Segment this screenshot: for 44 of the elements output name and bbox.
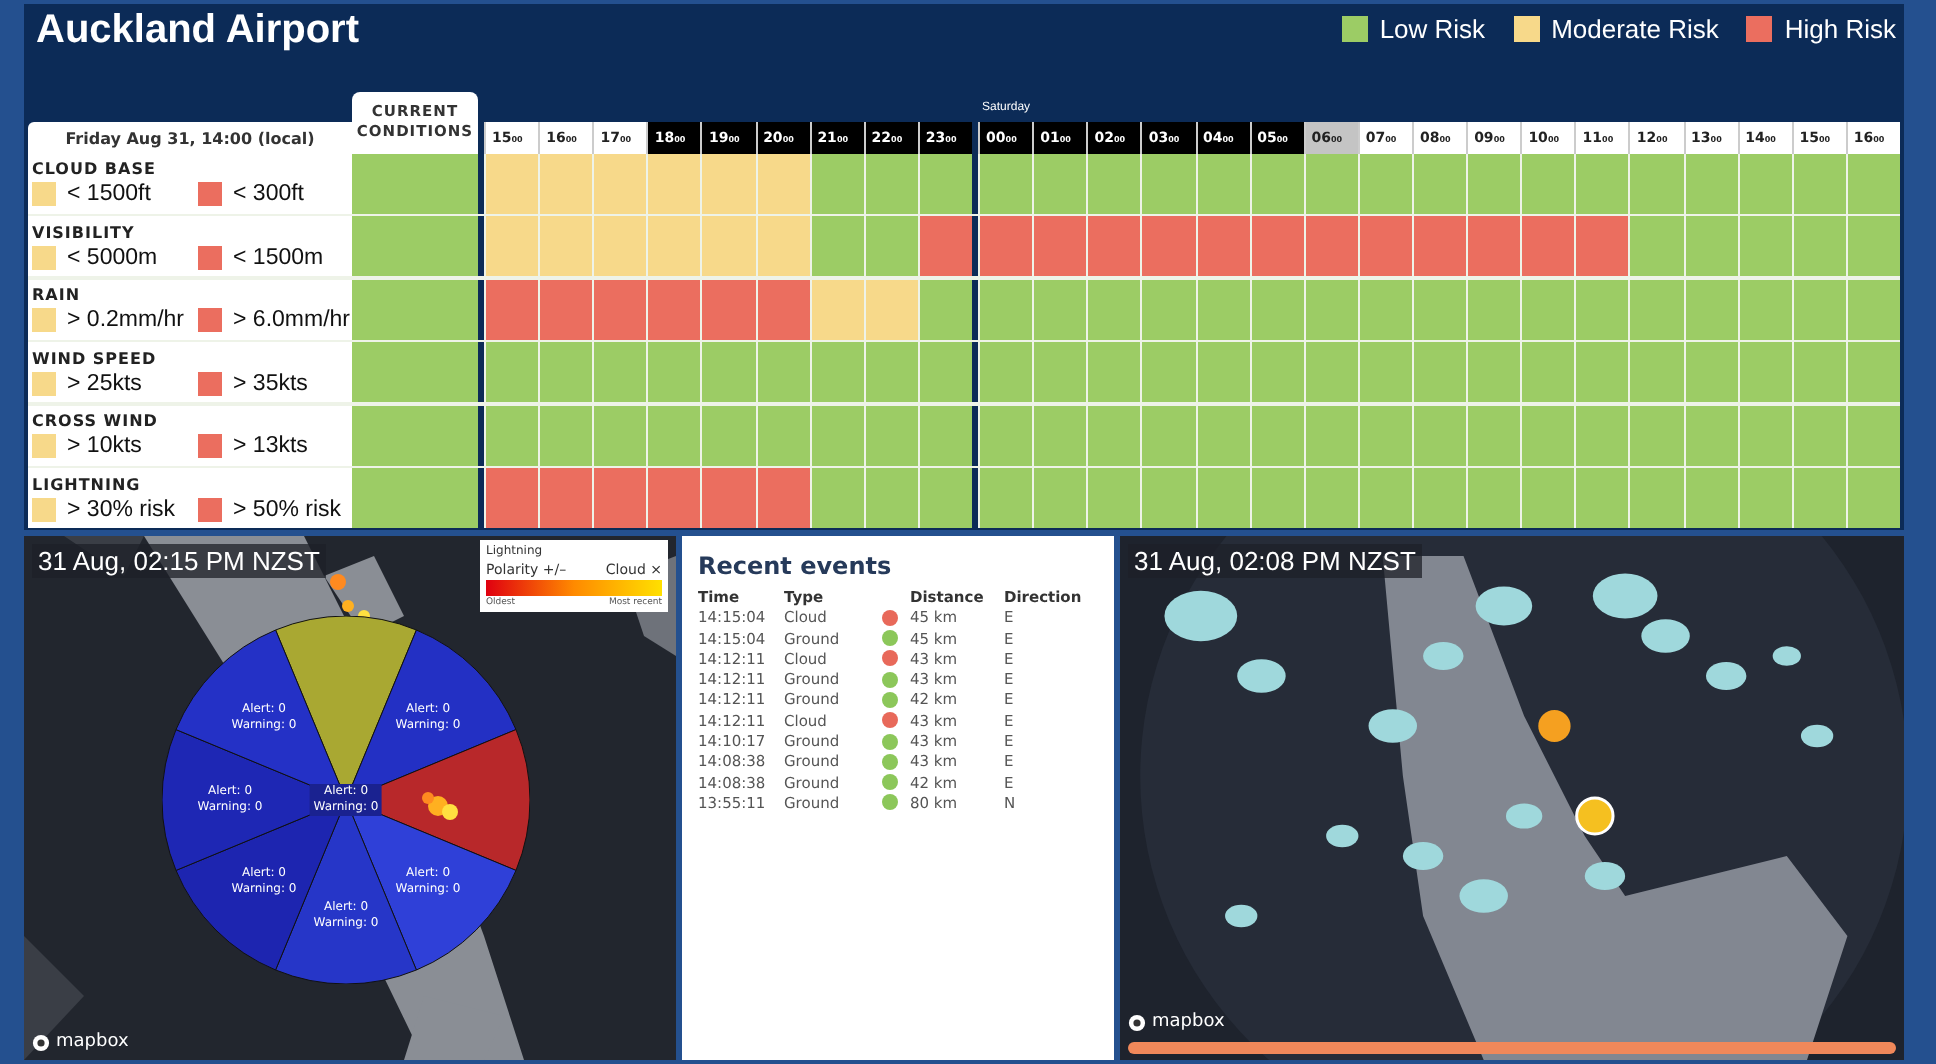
- page-title: Auckland Airport: [34, 6, 359, 54]
- threshold-label: > 35kts: [233, 371, 310, 396]
- panel-title: Recent events: [698, 552, 894, 580]
- threshold-swatch: [32, 497, 56, 522]
- row-title: WIND SPEED: [32, 349, 159, 368]
- threshold-swatch: [32, 371, 56, 396]
- threshold-swatch: [32, 308, 56, 333]
- threshold-label: < 1500m: [233, 245, 326, 270]
- map-logo: mapbox: [1152, 1012, 1225, 1032]
- threshold-swatch: [198, 371, 222, 396]
- row-title: CROSS WIND: [32, 412, 160, 431]
- threshold-swatch: [198, 245, 222, 270]
- row-title: VISIBILITY: [32, 223, 137, 242]
- mapbox-logo-icon: [1128, 1013, 1146, 1031]
- timeline-bar[interactable]: [1128, 1042, 1896, 1054]
- threshold-label: > 13kts: [233, 434, 310, 459]
- lightning-strike-drawing: [422, 792, 458, 820]
- threshold-label: > 50% risk: [233, 497, 344, 522]
- threshold-swatch: [198, 434, 222, 459]
- legend-label: Moderate Risk: [1551, 14, 1719, 44]
- threshold-label: > 10kts: [67, 434, 144, 459]
- row-title: RAIN: [32, 286, 83, 305]
- threshold-swatch: [32, 245, 56, 270]
- threshold-label: < 300ft: [233, 182, 307, 207]
- threshold-label: < 5000m: [67, 245, 160, 270]
- legend-label: Low Risk: [1379, 14, 1486, 44]
- map-timestamp: 31 Aug, 02:08 PM NZST: [1128, 544, 1422, 578]
- row-title: LIGHTNING: [32, 475, 143, 494]
- threshold-label: < 1500ft: [67, 182, 153, 207]
- threshold-swatch: [32, 434, 56, 459]
- threshold-label: > 25kts: [67, 371, 144, 396]
- map-timestamp: 31 Aug, 02:15 PM NZST: [32, 544, 326, 578]
- threshold-label: > 30% risk: [67, 497, 178, 522]
- threshold-label: > 0.2mm/hr: [67, 308, 186, 333]
- threshold-label: > 6.0mm/hr: [233, 308, 352, 333]
- legend-label: High Risk: [1784, 14, 1896, 44]
- date-label: Friday Aug 31, 14:00 (local): [28, 122, 352, 154]
- mapbox-logo-icon: [32, 1033, 50, 1051]
- map-logo: mapbox: [56, 1032, 129, 1052]
- threshold-swatch: [32, 182, 56, 207]
- row-title: CLOUD BASE: [32, 160, 158, 179]
- threshold-swatch: [198, 308, 222, 333]
- threshold-swatch: [198, 497, 222, 522]
- threshold-swatch: [198, 182, 222, 207]
